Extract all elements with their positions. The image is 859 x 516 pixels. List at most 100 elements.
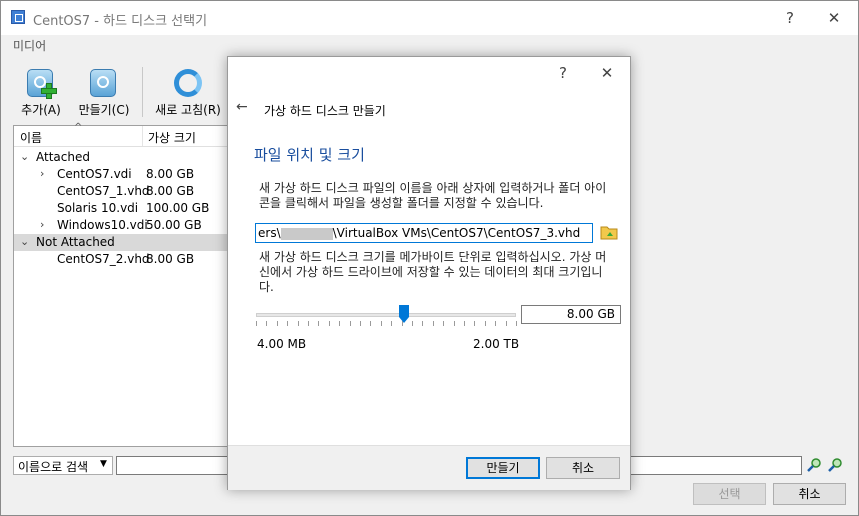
add-disk-icon bbox=[25, 67, 57, 99]
close-button[interactable]: ✕ bbox=[819, 6, 849, 30]
media-tree[interactable]: 이름 ^ 가상 크기 ⌄ Attached › CentOS7.vdi 8.00… bbox=[13, 122, 229, 447]
cancel-button[interactable]: 취소 bbox=[773, 483, 846, 505]
row-name: Windows10.vdi bbox=[57, 218, 148, 232]
path-suffix: \VirtualBox VMs\CentOS7\CentOS7_3.vhd bbox=[332, 226, 581, 240]
refresh-button[interactable]: 새로 고침(R) bbox=[151, 67, 225, 118]
create-disk-icon bbox=[88, 67, 120, 99]
search-mode-label: 이름으로 검색 bbox=[18, 460, 89, 474]
column-size[interactable]: 가상 크기 bbox=[148, 129, 196, 146]
chevron-down-icon: ⌄ bbox=[20, 150, 30, 163]
slider-tick bbox=[318, 321, 319, 326]
group-label: Attached bbox=[36, 150, 90, 164]
select-button[interactable]: 선택 bbox=[693, 483, 766, 505]
size-description: 새 가상 하드 디스크 크기를 메가바이트 단위로 입력하십시오. 가상 머신에… bbox=[259, 250, 607, 294]
search-up-icon[interactable] bbox=[827, 457, 843, 473]
redacted-region bbox=[280, 227, 333, 240]
slider-tick bbox=[506, 321, 507, 326]
slider-tick bbox=[391, 321, 392, 326]
create-label: 만들기(C) bbox=[78, 103, 130, 117]
slider-tick bbox=[422, 321, 423, 326]
file-path-input[interactable]: ers\ \VirtualBox VMs\CentOS7\CentOS7_3.vh… bbox=[255, 223, 593, 243]
row-name: CentOS7.vdi bbox=[57, 167, 132, 181]
tree-row[interactable]: › CentOS7.vdi 8.00 GB bbox=[14, 166, 228, 183]
group-label: Not Attached bbox=[36, 235, 115, 249]
search-down-icon[interactable] bbox=[806, 457, 822, 473]
title-bar: CentOS7 - 하드 디스크 선택기 ? ✕ bbox=[1, 1, 858, 35]
slider-tick bbox=[474, 321, 475, 326]
create-disk-dialog: ? ✕ ← 가상 하드 디스크 만들기 파일 위치 및 크기 새 가상 하드 디… bbox=[227, 56, 631, 490]
group-attached[interactable]: ⌄ Attached bbox=[14, 149, 228, 166]
slider-tick bbox=[298, 321, 299, 326]
add-label: 추가(A) bbox=[21, 103, 61, 117]
dropdown-arrow-icon: ▼ bbox=[100, 459, 107, 469]
dialog-help-button[interactable]: ? bbox=[548, 61, 578, 85]
dialog-footer: 만들기 취소 bbox=[228, 445, 630, 490]
cancel-button-dialog[interactable]: 취소 bbox=[546, 457, 620, 479]
slider-tick bbox=[433, 321, 434, 326]
chevron-right-icon: › bbox=[40, 218, 45, 231]
slider-tick bbox=[443, 321, 444, 326]
slider-min-label: 4.00 MB bbox=[257, 337, 307, 351]
slider-tick bbox=[464, 321, 465, 326]
window-title: CentOS7 - 하드 디스크 선택기 bbox=[33, 14, 208, 29]
row-size: 100.00 GB bbox=[146, 201, 210, 215]
row-name: CentOS7_1.vhd bbox=[57, 184, 150, 198]
menu-media[interactable]: 미디어 bbox=[13, 37, 46, 54]
column-divider bbox=[142, 126, 143, 146]
slider-tick bbox=[277, 321, 278, 326]
slider-tick bbox=[266, 321, 267, 326]
slider-tick bbox=[485, 321, 486, 326]
group-not-attached[interactable]: ⌄ Not Attached bbox=[14, 234, 228, 251]
search-mode-select[interactable]: 이름으로 검색 ▼ bbox=[13, 456, 113, 475]
create-button[interactable]: 만들기(C) bbox=[75, 67, 133, 118]
row-size: 8.00 GB bbox=[146, 184, 195, 198]
slider-tick bbox=[287, 321, 288, 326]
slider-tick bbox=[339, 321, 340, 326]
tree-row[interactable]: › Windows10.vdi 50.00 GB bbox=[14, 217, 228, 234]
menu-bar: 미디어 bbox=[1, 35, 858, 55]
column-name[interactable]: 이름 bbox=[20, 129, 42, 146]
row-size: 8.00 GB bbox=[146, 252, 195, 266]
dialog-title-bar: ? ✕ bbox=[228, 57, 630, 89]
tree-row[interactable]: CentOS7_2.vhd 8.00 GB bbox=[14, 251, 228, 268]
path-prefix: ers\ bbox=[258, 226, 281, 240]
slider-tick bbox=[370, 321, 371, 326]
row-size: 8.00 GB bbox=[146, 167, 195, 181]
section-heading: 파일 위치 및 크기 bbox=[254, 146, 365, 164]
slider-tick bbox=[454, 321, 455, 326]
create-button-dialog[interactable]: 만들기 bbox=[466, 457, 540, 479]
slider-tick bbox=[350, 321, 351, 326]
toolbar-separator bbox=[142, 67, 143, 117]
slider-tick bbox=[495, 321, 496, 326]
slider-tick bbox=[329, 321, 330, 326]
refresh-icon bbox=[172, 67, 204, 99]
row-name: Solaris 10.vdi bbox=[57, 201, 139, 215]
dialog-title: 가상 하드 디스크 만들기 bbox=[264, 104, 386, 118]
help-button[interactable]: ? bbox=[775, 6, 805, 30]
add-button[interactable]: 추가(A) bbox=[17, 67, 65, 118]
folder-icon[interactable] bbox=[600, 224, 618, 240]
row-name: CentOS7_2.vhd bbox=[57, 252, 150, 266]
location-description: 새 가상 하드 디스크 파일의 이름을 아래 상자에 입력하거나 폴더 아이콘을… bbox=[259, 181, 607, 210]
slider-tick bbox=[412, 321, 413, 326]
slider-tick bbox=[256, 321, 257, 326]
slider-tick bbox=[516, 321, 517, 326]
tree-header: 이름 ^ 가상 크기 bbox=[14, 122, 228, 147]
slider-tick bbox=[381, 321, 382, 326]
slider-tick bbox=[308, 321, 309, 326]
slider-tick bbox=[360, 321, 361, 326]
tree-row[interactable]: Solaris 10.vdi 100.00 GB bbox=[14, 200, 228, 217]
sort-caret-icon: ^ bbox=[74, 122, 83, 133]
size-input[interactable]: 8.00 GB bbox=[521, 305, 621, 324]
tree-row[interactable]: CentOS7_1.vhd 8.00 GB bbox=[14, 183, 228, 200]
back-arrow-icon[interactable]: ← bbox=[236, 99, 248, 115]
refresh-label: 새로 고침(R) bbox=[155, 103, 221, 117]
chevron-down-icon: ⌄ bbox=[20, 235, 30, 248]
size-slider-track[interactable] bbox=[256, 313, 516, 317]
dialog-close-button[interactable]: ✕ bbox=[592, 61, 622, 85]
chevron-right-icon: › bbox=[40, 167, 45, 180]
size-slider-thumb[interactable] bbox=[399, 305, 410, 323]
row-size: 50.00 GB bbox=[146, 218, 202, 232]
slider-max-label: 2.00 TB bbox=[473, 337, 520, 351]
virtualbox-app-icon bbox=[11, 10, 25, 24]
